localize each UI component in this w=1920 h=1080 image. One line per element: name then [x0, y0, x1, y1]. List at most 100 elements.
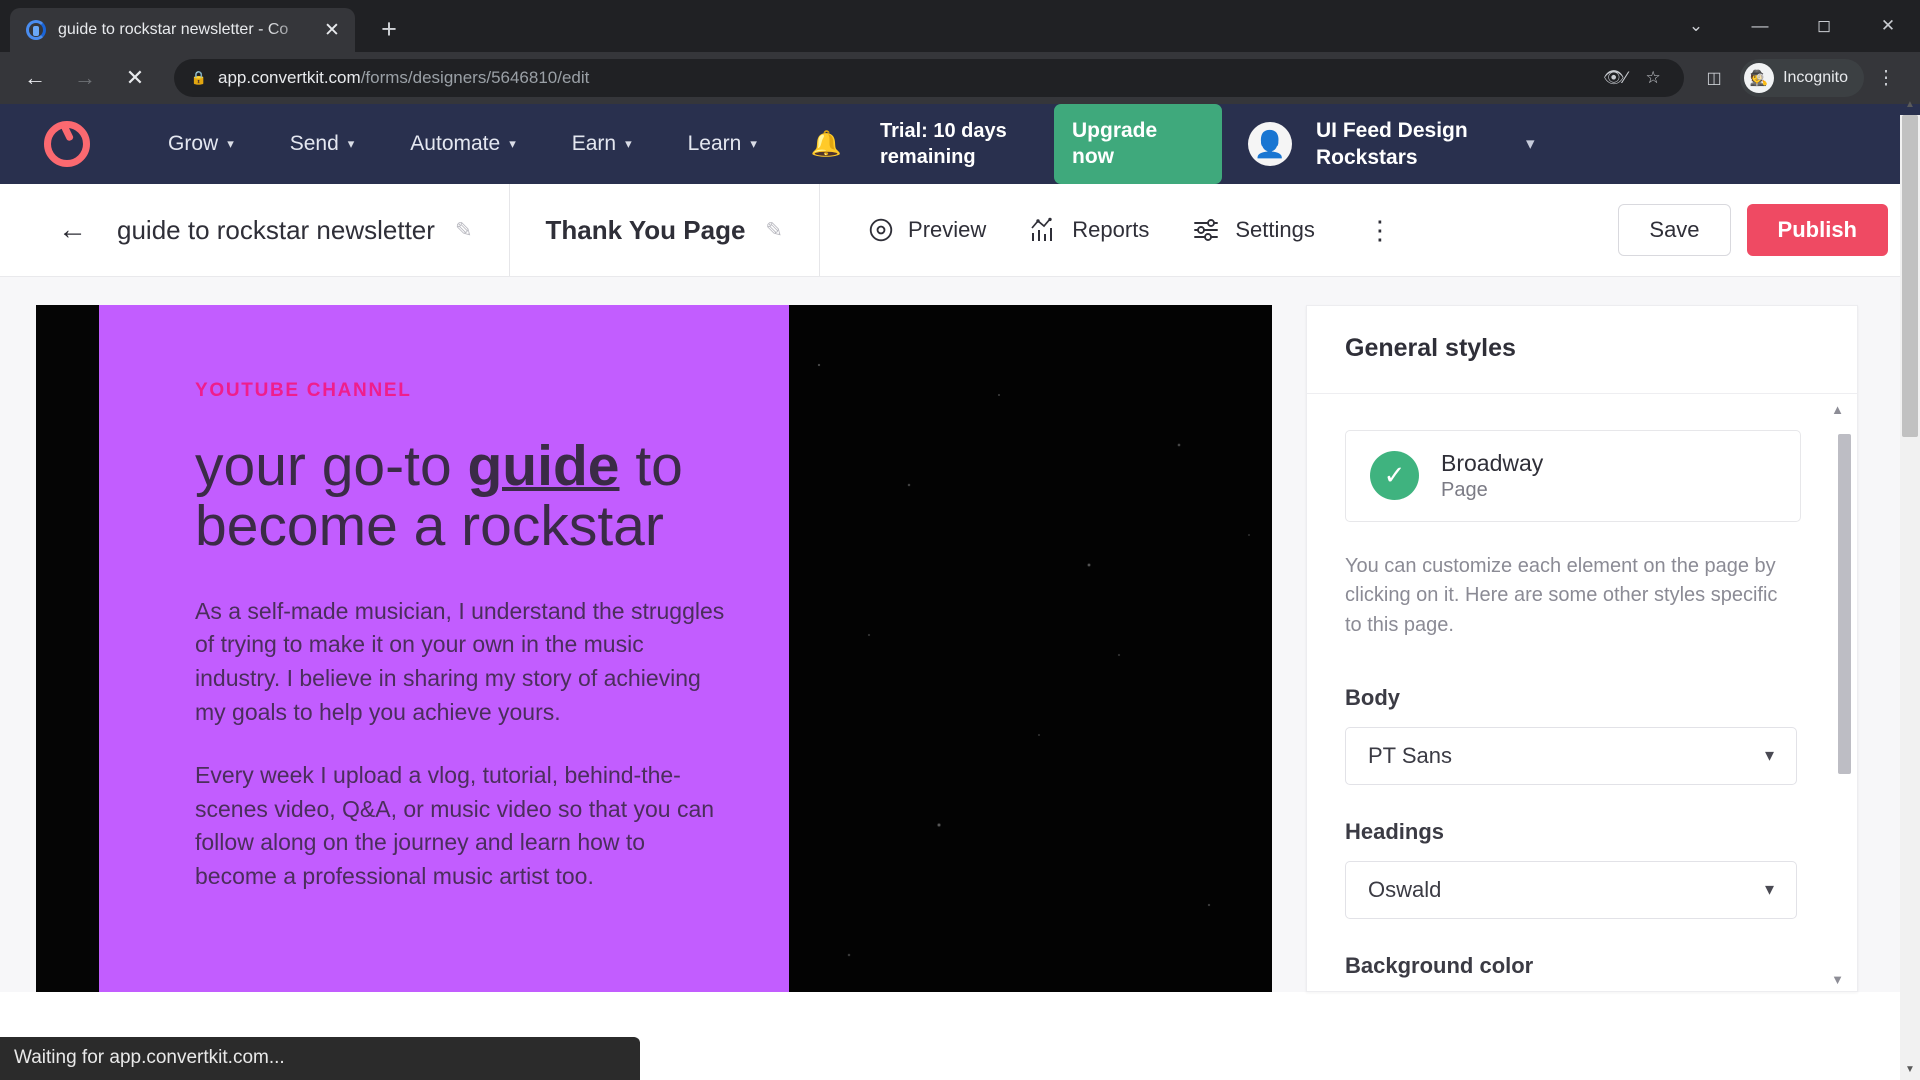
account-name[interactable]: UI Feed Design Rockstars: [1316, 117, 1486, 172]
save-button[interactable]: Save: [1618, 204, 1731, 256]
style-name: Broadway: [1441, 450, 1544, 476]
nav-item-earn[interactable]: Earn ▾: [544, 122, 660, 166]
headline-emphasis: guide: [467, 434, 620, 498]
bell-icon[interactable]: 🔔: [801, 126, 852, 163]
preview-button[interactable]: Preview: [846, 207, 1008, 253]
page-name: Thank You Page: [545, 214, 746, 245]
eye-slash-icon[interactable]: 👁⁄: [1598, 61, 1632, 95]
incognito-icon: 🕵: [1744, 63, 1775, 93]
incognito-label: Incognito: [1783, 69, 1848, 86]
headings-font-value: Oswald: [1368, 876, 1442, 902]
pencil-icon[interactable]: ✎: [455, 218, 473, 243]
tab-title: guide to rockstar newsletter - Co: [58, 21, 289, 38]
page-name-section: Thank You Page ✎: [510, 184, 821, 276]
address-bar[interactable]: 🔒 app.convertkit.com/forms/designers/564…: [174, 59, 1685, 97]
arrow-left-icon[interactable]: ←: [14, 57, 56, 99]
plus-icon[interactable]: +: [369, 9, 409, 49]
chevron-down-icon: ▾: [625, 136, 632, 151]
chevron-down-icon: ▾: [750, 136, 757, 151]
body-font-label: Body: [1345, 684, 1400, 710]
nav-item-label: Send: [289, 132, 339, 155]
url-path: /forms/designers/5646810/edit: [360, 68, 590, 87]
chevron-down-icon: ▾: [509, 136, 516, 151]
publish-button[interactable]: Publish: [1746, 204, 1888, 256]
star-icon[interactable]: ☆: [1636, 61, 1670, 95]
settings-label: Settings: [1235, 217, 1315, 242]
convertkit-logo[interactable]: [44, 121, 90, 167]
app-nav-menu: Grow ▾ Send ▾ Automate ▾ Earn ▾ Learn ▾: [140, 122, 785, 166]
nav-item-label: Grow: [168, 132, 219, 155]
chevron-down-icon: ▾: [227, 136, 234, 151]
arrow-right-icon[interactable]: →: [64, 57, 106, 99]
app-nav: Grow ▾ Send ▾ Automate ▾ Earn ▾ Learn ▾ …: [0, 103, 1920, 185]
upgrade-now-button[interactable]: Upgrade now: [1054, 103, 1222, 185]
headings-font-select[interactable]: Oswald ▾: [1345, 860, 1797, 919]
page-title: General styles: [1345, 334, 1516, 362]
pencil-icon[interactable]: ✎: [765, 218, 783, 243]
nav-item-label: Learn: [687, 132, 742, 155]
page-canvas[interactable]: YOUTUBE CHANNEL your go-to guide to beco…: [36, 305, 1272, 992]
nav-item-label: Earn: [571, 132, 617, 155]
status-bubble: Waiting for app.convertkit.com...: [0, 1037, 640, 1080]
arrow-left-icon[interactable]: ←: [58, 214, 87, 247]
reports-label: Reports: [1072, 217, 1150, 242]
chevron-down-icon: ▾: [1764, 879, 1774, 900]
page-scrollbar-thumb[interactable]: [1902, 115, 1918, 437]
triangle-down-icon[interactable]: ▼: [1900, 1058, 1920, 1080]
vertical-dots-icon[interactable]: ⋮: [1347, 209, 1413, 252]
browser-window: guide to rockstar newsletter - Co ✕ + ⌄ …: [0, 0, 1920, 1080]
restore-icon[interactable]: ◻: [1792, 0, 1856, 52]
eye-circle-icon: [869, 218, 893, 242]
triangle-up-icon[interactable]: ▲: [1831, 402, 1844, 417]
hero-section[interactable]: YOUTUBE CHANNEL your go-to guide to beco…: [99, 305, 789, 992]
avatar[interactable]: 👤: [1248, 122, 1292, 166]
panel-content: ✓ Broadway Page You can customize each e…: [1307, 394, 1857, 991]
stop-loading-icon[interactable]: ✕: [114, 57, 156, 99]
preview-label: Preview: [908, 217, 987, 242]
tab-strip: guide to rockstar newsletter - Co ✕ + ⌄ …: [0, 0, 1920, 52]
nav-item-send[interactable]: Send ▾: [262, 122, 383, 166]
omnibox-icons: 👁⁄ ☆: [1598, 61, 1670, 95]
close-icon[interactable]: ✕: [1856, 0, 1920, 52]
hero-paragraph-1: As a self-made musician, I understand th…: [195, 597, 725, 725]
page-scrollbar[interactable]: ▲ ▼: [1900, 99, 1920, 1080]
general-styles-panel: General styles ✓ Broadway Page You can c…: [1306, 305, 1858, 992]
sliders-icon: [1194, 219, 1219, 241]
triangle-down-icon[interactable]: ▼: [1831, 972, 1844, 987]
reports-button[interactable]: Reports: [1008, 207, 1171, 253]
hero-paragraph-2: Every week I upload a vlog, tutorial, be…: [195, 762, 715, 889]
style-card-text: Broadway Page: [1441, 449, 1543, 503]
hero-eyebrow: YOUTUBE CHANNEL: [195, 380, 412, 401]
headings-font-label: Headings: [1345, 818, 1445, 844]
canvas-left-strip: [36, 305, 99, 992]
chevron-down-icon: ▾: [347, 136, 355, 151]
chevron-down-icon[interactable]: ▾: [1526, 134, 1535, 154]
toolbar-primary-actions: Save Publish: [1618, 184, 1920, 276]
incognito-indicator[interactable]: 🕵 Incognito: [1740, 59, 1864, 97]
browser-tab[interactable]: guide to rockstar newsletter - Co ✕: [10, 8, 355, 52]
toolbar-actions: Preview Reports Settings ⋮: [820, 184, 1618, 276]
body-font-select[interactable]: PT Sans ▾: [1345, 726, 1797, 785]
panel-helper-text: You can customize each element on the pa…: [1345, 554, 1778, 636]
hero-image: [789, 305, 1272, 992]
nav-item-automate[interactable]: Automate ▾: [382, 122, 543, 166]
minimize-icon[interactable]: —: [1728, 0, 1792, 52]
nav-item-grow[interactable]: Grow ▾: [140, 122, 262, 166]
convertkit-favicon: [26, 20, 46, 40]
panel-scrollbar-thumb[interactable]: [1838, 434, 1851, 774]
style-sub: Page: [1441, 478, 1488, 501]
chevron-down-icon: ▾: [1764, 745, 1774, 766]
style-card-broadway[interactable]: ✓ Broadway Page: [1345, 430, 1801, 522]
settings-button[interactable]: Settings: [1171, 207, 1337, 253]
nav-item-learn[interactable]: Learn ▾: [660, 122, 785, 166]
window-controls: ⌄ — ◻ ✕: [1664, 0, 1920, 52]
chevron-down-icon[interactable]: ⌄: [1664, 0, 1728, 52]
side-panel-icon[interactable]: ◫: [1694, 58, 1734, 98]
url-text: app.convertkit.com/forms/designers/56468…: [218, 68, 589, 88]
hero-headline: your go-to guide to become a rockstar: [195, 436, 729, 557]
close-icon[interactable]: ✕: [319, 17, 345, 43]
background-color-label: Background color: [1345, 952, 1534, 978]
triangle-up-icon[interactable]: ▲: [1900, 93, 1920, 115]
kebab-menu-icon[interactable]: ⋮: [1866, 58, 1906, 98]
form-name: guide to rockstar newsletter: [117, 214, 435, 245]
